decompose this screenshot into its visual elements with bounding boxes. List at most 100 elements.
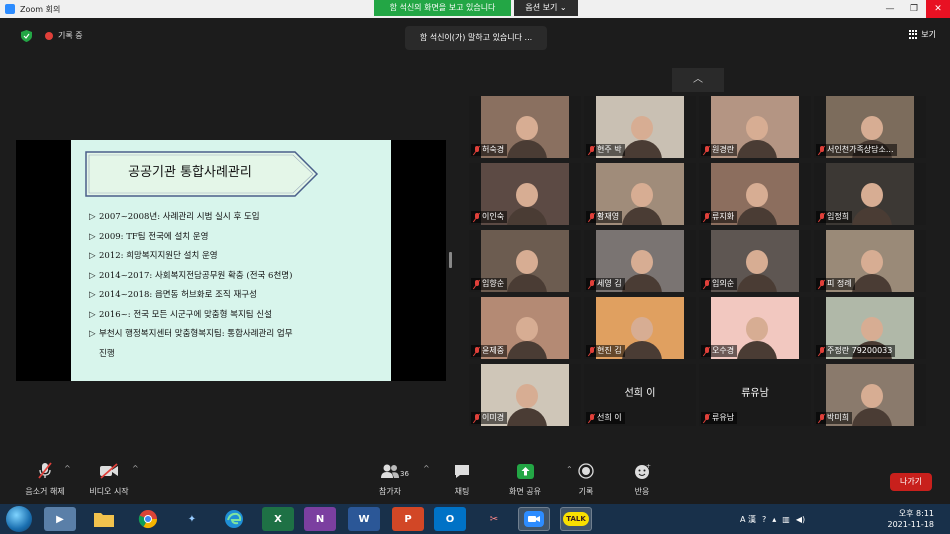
chrome-icon[interactable] <box>132 507 164 531</box>
participant-tile[interactable]: 임향순 <box>469 230 581 292</box>
maximize-button[interactable]: ❐ <box>902 0 926 18</box>
participant-tile[interactable]: 황재영 <box>584 163 696 225</box>
volume-icon[interactable]: ◀) <box>796 515 805 524</box>
participant-name: 선희 이 <box>597 413 622 422</box>
participant-name-label: 오수경 <box>701 345 738 357</box>
participant-tile[interactable]: 피 정례 <box>814 230 926 292</box>
participant-name-label: 세영 김 <box>586 278 625 290</box>
collapse-gallery-button[interactable]: ︿ <box>672 68 724 92</box>
participants-icon <box>381 464 399 478</box>
participants-options-caret[interactable]: ^ <box>423 464 430 473</box>
start-video-button[interactable]: 비디오 시작 <box>84 460 134 497</box>
slide-title: 공공기관 통합사례관리 <box>128 165 252 180</box>
onenote-icon[interactable]: N <box>304 507 336 531</box>
participant-name-label: 류지화 <box>701 211 738 223</box>
zoom-taskbar-icon[interactable] <box>518 507 550 531</box>
video-off-icon <box>100 463 118 479</box>
mic-muted-icon <box>38 462 52 479</box>
help-icon[interactable]: ? <box>762 515 766 524</box>
participant-name: 원경란 <box>712 145 735 154</box>
windows-taskbar: ▶ ✦ X N W P O ✂ TALK A 漢 ? ▴ ▥ ◀) 오후 8:1… <box>0 504 950 534</box>
leave-meeting-button[interactable]: 나가기 <box>890 473 932 491</box>
mic-muted-icon <box>704 413 710 423</box>
network-icon[interactable]: ▥ <box>782 515 790 524</box>
outlook-icon[interactable]: O <box>434 507 466 531</box>
ime-indicator[interactable]: A 漢 <box>740 514 756 525</box>
powerpoint-icon[interactable]: P <box>392 507 424 531</box>
participant-name: 오수경 <box>712 346 735 355</box>
participant-name-label: 임의순 <box>701 278 738 290</box>
screen-share-banner: 함 석신의 화면을 보고 있습니다 <box>374 0 511 16</box>
participant-name: 박미희 <box>827 413 850 422</box>
participant-tile[interactable]: 현진 김 <box>584 297 696 359</box>
view-options-button[interactable]: 옵션 보기 ⌄ <box>514 0 578 16</box>
participant-name: 주정란 79200033 <box>827 346 893 355</box>
participant-tile[interactable]: 임정희 <box>814 163 926 225</box>
slide-bullets: ▷ 2007~2008년: 사례관리 시범 실시 후 도입 ▷ 2009: TF팀 … <box>89 208 379 364</box>
mic-muted-icon <box>704 279 710 289</box>
participant-tile[interactable]: 임의순 <box>699 230 811 292</box>
participant-tile[interactable]: 서인천가족상담소... <box>814 96 926 158</box>
participants-button[interactable]: 참가자 <box>370 460 410 497</box>
svg-text:+: + <box>646 463 651 470</box>
kakaotalk-icon[interactable]: TALK <box>560 507 592 531</box>
presentation-slide: 공공기관 통합사례관리 ▷ 2007~2008년: 사례관리 시범 실시 후 도입… <box>71 140 391 381</box>
participant-name-label: 선희 이 <box>586 412 625 424</box>
participant-tile[interactable]: 이미경 <box>469 364 581 426</box>
participant-tile[interactable]: 현주 박 <box>584 96 696 158</box>
participant-tile[interactable]: 선희 이 선희 이 <box>584 364 696 426</box>
participant-tile[interactable]: 세영 김 <box>584 230 696 292</box>
unmute-button[interactable]: 음소거 해제 <box>20 460 70 497</box>
show-hidden-icons[interactable]: ▴ <box>772 515 776 524</box>
share-screen-button[interactable]: 화면 공유 <box>503 460 547 497</box>
mic-muted-icon <box>819 145 825 155</box>
participant-name: 임의순 <box>712 279 735 288</box>
windows-start-icon[interactable] <box>6 506 32 532</box>
record-button[interactable]: 기록 <box>570 460 602 497</box>
participant-tile[interactable]: 윤제중 <box>469 297 581 359</box>
panel-splitter-handle[interactable] <box>449 252 452 268</box>
audio-options-caret[interactable]: ^ <box>64 464 71 473</box>
participant-name-label: 류유남 <box>701 412 738 424</box>
shared-screen: 공공기관 통합사례관리 ▷ 2007~2008년: 사례관리 시범 실시 후 도입… <box>16 140 446 381</box>
slide-bullet: ▷ 2007~2008년: 사례관리 시범 실시 후 도입 <box>89 212 260 222</box>
slide-title-box: 공공기관 통합사례관리 <box>85 151 319 197</box>
participant-name-label: 황재영 <box>586 211 623 223</box>
close-button[interactable]: ✕ <box>926 0 950 18</box>
folder-icon <box>94 513 114 527</box>
participant-tile[interactable]: 류지화 <box>699 163 811 225</box>
participant-tile[interactable]: 이인숙 <box>469 163 581 225</box>
window-controls: — ❐ ✕ <box>878 0 950 18</box>
snipping-tool-icon[interactable]: ✂ <box>478 507 510 531</box>
participant-tile[interactable]: 류유남 류유남 <box>699 364 811 426</box>
mic-muted-icon <box>589 413 595 423</box>
participant-tile[interactable]: 허숙경 <box>469 96 581 158</box>
file-explorer-icon[interactable] <box>88 507 120 531</box>
participant-name-label: 임정희 <box>816 211 853 223</box>
chat-button[interactable]: 채팅 <box>446 460 478 497</box>
view-toggle-button[interactable]: 보기 <box>909 29 936 40</box>
edge-icon[interactable] <box>218 507 250 531</box>
participant-name-label: 윤제중 <box>471 345 508 357</box>
participant-tile[interactable]: 원경란 <box>699 96 811 158</box>
mic-muted-icon <box>819 212 825 222</box>
reactions-button[interactable]: + 반응 <box>626 460 658 497</box>
participant-tile[interactable]: 주정란 79200033 <box>814 297 926 359</box>
mic-muted-icon <box>704 346 710 356</box>
participant-tile[interactable]: 오수경 <box>699 297 811 359</box>
mic-muted-icon <box>819 279 825 289</box>
security-shield-icon[interactable] <box>21 30 32 42</box>
participant-name: 임향순 <box>482 279 505 288</box>
excel-icon[interactable]: X <box>262 507 294 531</box>
mic-muted-icon <box>704 145 710 155</box>
media-player-icon[interactable]: ▶ <box>44 507 76 531</box>
participant-name-label: 허숙경 <box>471 144 508 156</box>
minimize-button[interactable]: — <box>878 0 902 18</box>
slide-bullet: ▷ 2014~2017: 사회복지전담공무원 확충 (전국 6천명) <box>89 270 293 281</box>
word-icon[interactable]: W <box>348 507 380 531</box>
participant-tile[interactable]: 박미희 <box>814 364 926 426</box>
system-clock[interactable]: 오후 8:11 2021-11-18 <box>888 508 935 530</box>
mic-muted-icon <box>819 413 825 423</box>
messenger-icon[interactable]: ✦ <box>176 507 208 531</box>
video-options-caret[interactable]: ^ <box>132 464 139 473</box>
